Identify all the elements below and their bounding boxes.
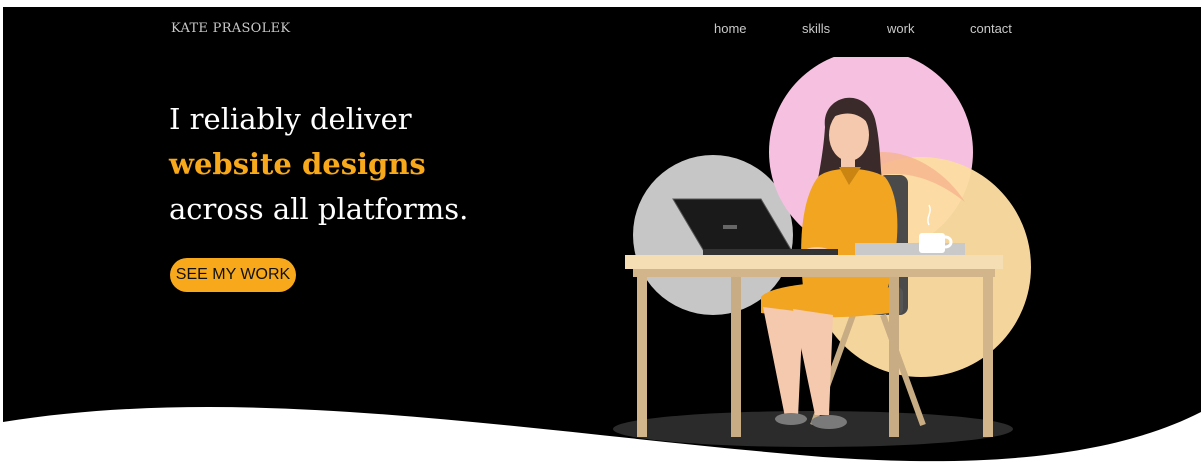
bottom-wave — [3, 407, 1201, 472]
nav-home[interactable]: home — [714, 21, 747, 36]
laptop-logo — [723, 225, 737, 229]
nav-work[interactable]: work — [887, 21, 914, 36]
woman-working-illustration — [613, 57, 1031, 447]
hero-headline: I reliably deliver website designs acros… — [169, 97, 468, 232]
see-my-work-button[interactable]: SEE MY WORK — [170, 258, 296, 292]
laptop-base — [703, 249, 838, 255]
desk-apron — [633, 269, 995, 277]
hero-section: KATE PRASOLEK home skills work contact I… — [3, 7, 1201, 472]
desk-top — [625, 255, 1003, 269]
main-nav: home skills work contact — [3, 21, 1201, 41]
headline-line-1: I reliably deliver — [169, 102, 412, 136]
headline-highlight: website designs — [169, 147, 426, 181]
coffee-cup — [919, 233, 945, 253]
nav-contact[interactable]: contact — [970, 21, 1012, 36]
headline-line-3: across all platforms. — [169, 192, 469, 226]
nav-skills[interactable]: skills — [802, 21, 830, 36]
